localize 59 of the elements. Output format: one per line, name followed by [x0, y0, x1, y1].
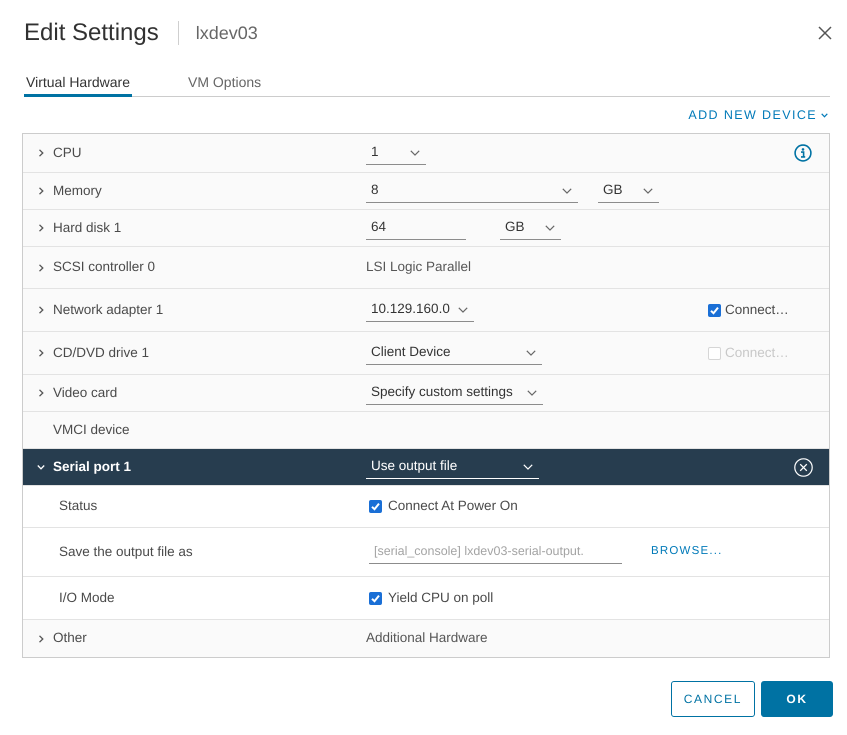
- chevron-icon[interactable]: [37, 149, 45, 157]
- caret-icon: [526, 350, 536, 356]
- dialog-subtitle: lxdev03: [196, 22, 258, 45]
- caret-icon: [458, 306, 468, 312]
- checkbox-label[interactable]: Connect At Power On: [388, 496, 518, 517]
- checkbox[interactable]: [369, 592, 382, 604]
- dropdown[interactable]: GB: [500, 216, 561, 240]
- device-label: Other: [53, 629, 87, 648]
- cancel-button[interactable]: CANCEL: [670, 681, 755, 717]
- dropdown[interactable]: 10.129.160.0: [366, 298, 474, 322]
- tab[interactable]: VM Options: [186, 70, 264, 97]
- tab[interactable]: Virtual Hardware: [24, 70, 132, 97]
- dropdown[interactable]: 1: [366, 141, 426, 165]
- browse-button[interactable]: BROWSE...: [651, 543, 723, 561]
- add-device-button[interactable]: ADD NEW DEVICE: [688, 107, 828, 123]
- caret-icon: [523, 464, 533, 470]
- chevron-icon[interactable]: [37, 634, 45, 642]
- device-label: Video card: [53, 384, 118, 402]
- checkbox[interactable]: [708, 304, 721, 316]
- device-label: Memory: [53, 182, 102, 200]
- ok-button[interactable]: OK: [761, 681, 833, 717]
- caret-icon: [527, 390, 537, 396]
- checkbox-label[interactable]: Connect…: [725, 300, 789, 320]
- device-label: VMCI device: [53, 420, 130, 439]
- dropdown[interactable]: Client Device: [366, 341, 542, 365]
- chevron-icon[interactable]: [37, 389, 45, 397]
- device-value: Additional Hardware: [366, 629, 488, 648]
- chevron-icon[interactable]: [37, 306, 45, 314]
- info-icon[interactable]: [794, 144, 812, 162]
- dropdown[interactable]: Use output file: [366, 455, 539, 479]
- device-label: Hard disk 1: [53, 218, 122, 237]
- setting-label: I/O Mode: [59, 588, 115, 607]
- caret-icon: [562, 188, 572, 194]
- device-label: Serial port 1: [53, 458, 132, 476]
- close-button[interactable]: [818, 26, 832, 40]
- device-value: LSI Logic Parallel: [366, 258, 472, 276]
- chevron-icon[interactable]: [37, 463, 45, 471]
- chevron-icon[interactable]: [37, 187, 45, 195]
- chevron-icon[interactable]: [37, 349, 45, 357]
- chevron-icon[interactable]: [37, 264, 45, 272]
- chevron-icon[interactable]: [37, 224, 45, 232]
- caret-icon: [643, 188, 653, 194]
- caret-icon: [410, 150, 420, 156]
- dialog-title: Edit Settings: [24, 18, 159, 48]
- checkbox[interactable]: [369, 500, 382, 513]
- dropdown[interactable]: Specify custom settings: [366, 381, 543, 405]
- checkbox-label[interactable]: Yield CPU on poll: [388, 588, 494, 608]
- dropdown[interactable]: 8: [366, 179, 578, 203]
- caret-icon: [545, 224, 555, 230]
- circle-close-icon[interactable]: [794, 458, 813, 476]
- input-field[interactable]: 64: [366, 216, 466, 240]
- device-label: CPU: [53, 144, 82, 162]
- dropdown[interactable]: GB: [598, 179, 659, 203]
- device-label: CD/DVD drive 1: [53, 344, 150, 362]
- setting-label: Status: [59, 497, 98, 516]
- device-label: SCSI controller 0: [53, 258, 156, 276]
- device-label: Network adapter 1: [53, 300, 164, 319]
- caret-icon: [821, 112, 828, 118]
- setting-label: Save the output file as: [59, 542, 193, 561]
